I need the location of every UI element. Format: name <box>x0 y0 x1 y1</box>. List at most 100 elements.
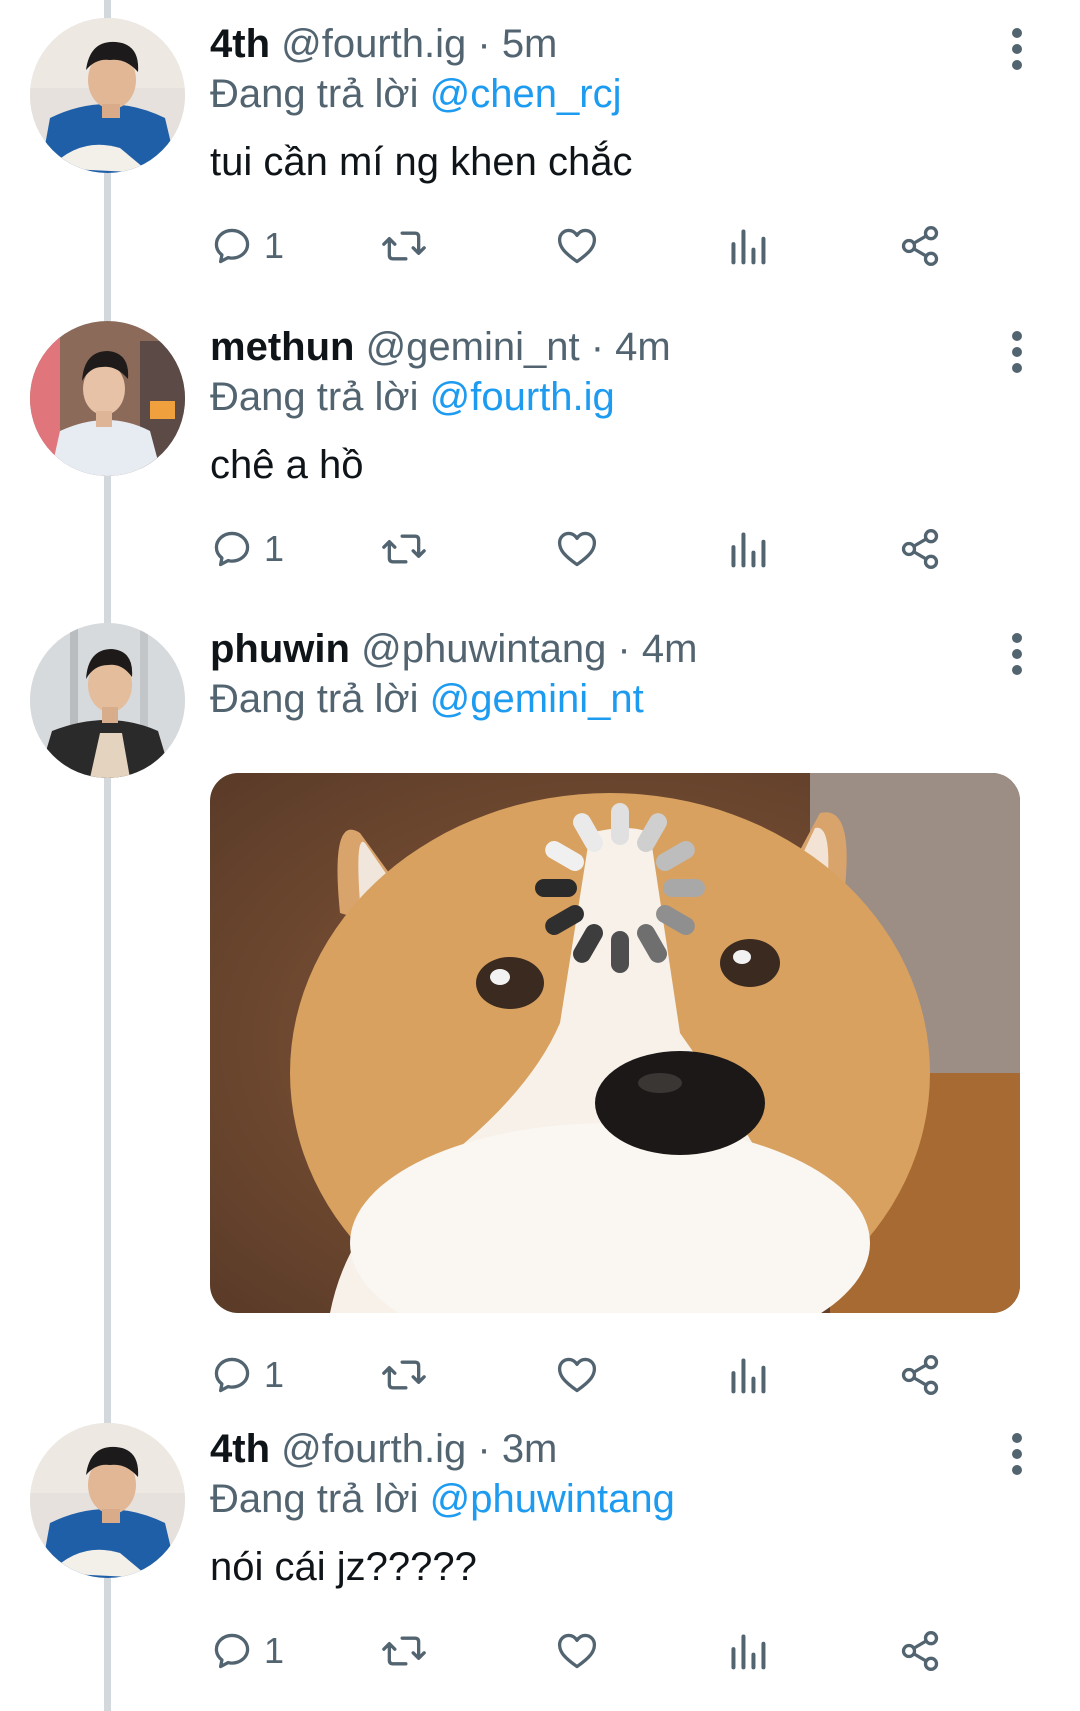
separator: · <box>606 627 642 671</box>
like-button[interactable] <box>555 216 599 276</box>
display-name[interactable]: 4th <box>210 1427 270 1471</box>
tweet-header: 4th @fourth.ig · 3m <box>210 1423 557 1475</box>
display-name[interactable]: phuwin <box>210 627 350 671</box>
tweet-text: tui cần mí ng khen chắc <box>210 140 633 184</box>
handle[interactable]: @gemini_nt <box>366 325 580 369</box>
retweet-button[interactable] <box>380 519 428 579</box>
like-button[interactable] <box>555 1345 599 1405</box>
replying-to: Đang trả lời @chen_rcj <box>210 68 621 120</box>
retweet-icon <box>382 1636 426 1666</box>
retweet-icon <box>382 1360 426 1390</box>
views-button[interactable] <box>728 519 768 579</box>
avatar-photo <box>30 18 185 173</box>
share-icon <box>901 529 939 569</box>
share-icon <box>901 1355 939 1395</box>
separator: · <box>466 1427 502 1471</box>
share-button[interactable] <box>898 216 942 276</box>
replying-prefix: Đang trả lời <box>210 677 430 721</box>
analytics-icon <box>731 229 766 265</box>
separator: · <box>579 325 616 369</box>
corgi-loading-meme <box>210 773 1020 1313</box>
replying-to: Đang trả lời @phuwintang <box>210 1473 675 1525</box>
heart-icon <box>557 531 597 567</box>
display-name[interactable]: 4th <box>210 22 270 66</box>
timestamp[interactable]: 4m <box>615 325 671 369</box>
action-bar: 1 <box>210 216 1030 276</box>
share-button[interactable] <box>898 1345 942 1405</box>
avatar-photo <box>30 1423 185 1578</box>
like-button[interactable] <box>555 1621 599 1681</box>
more-vertical-icon[interactable] <box>1000 1431 1034 1477</box>
analytics-icon <box>731 1634 766 1670</box>
share-button[interactable] <box>898 519 942 579</box>
reply-count: 1 <box>264 1354 285 1395</box>
handle[interactable]: @fourth.ig <box>281 22 466 66</box>
views-button[interactable] <box>728 216 768 276</box>
reply-button[interactable]: 1 <box>210 216 284 276</box>
heart-icon <box>557 1633 597 1669</box>
reply-icon <box>214 228 250 264</box>
replying-to: Đang trả lời @fourth.ig <box>210 371 615 423</box>
replying-to: Đang trả lời @gemini_nt <box>210 673 644 725</box>
tweet[interactable]: phuwin @phuwintang · 4m Đang trả lời @ge… <box>0 623 1080 1395</box>
tweet-header: 4th @fourth.ig · 5m <box>210 18 557 70</box>
retweet-button[interactable] <box>380 1345 428 1405</box>
avatar-photo <box>30 623 185 778</box>
like-button[interactable] <box>555 519 599 579</box>
replying-prefix: Đang trả lời <box>210 1477 430 1521</box>
retweet-icon <box>382 534 426 564</box>
tweet-text: chê a hồ <box>210 443 364 487</box>
replying-prefix: Đang trả lời <box>210 72 430 116</box>
avatar[interactable] <box>30 321 185 476</box>
action-bar: 1 <box>210 1621 1030 1681</box>
action-bar: 1 <box>210 519 1030 579</box>
tweet[interactable]: 4th @fourth.ig · 5m Đang trả lời @chen_r… <box>0 18 1080 288</box>
reply-count: 1 <box>264 528 285 569</box>
mention-link[interactable]: @chen_rcj <box>430 72 622 116</box>
more-vertical-icon[interactable] <box>1000 329 1034 375</box>
reply-count: 1 <box>264 1630 285 1671</box>
mention-link[interactable]: @phuwintang <box>430 1477 675 1521</box>
share-button[interactable] <box>898 1621 942 1681</box>
avatar[interactable] <box>30 18 185 173</box>
retweet-icon <box>382 231 426 261</box>
tweet-text: nói cái jz????? <box>210 1545 477 1589</box>
analytics-icon <box>731 532 766 568</box>
avatar-photo <box>30 321 185 476</box>
replying-prefix: Đang trả lời <box>210 375 430 419</box>
mention-link[interactable]: @fourth.ig <box>430 375 615 419</box>
action-bar: 1 <box>210 1345 1030 1405</box>
tweet-header: methun @gemini_nt · 4m <box>210 321 671 373</box>
tweet[interactable]: 4th @fourth.ig · 3m Đang trả lời @phuwin… <box>0 1423 1080 1703</box>
heart-icon <box>557 1357 597 1393</box>
views-button[interactable] <box>728 1345 768 1405</box>
reply-button[interactable]: 1 <box>210 1621 284 1681</box>
more-vertical-icon[interactable] <box>1000 26 1034 72</box>
mention-link[interactable]: @gemini_nt <box>430 677 644 721</box>
retweet-button[interactable] <box>380 1621 428 1681</box>
tweet-header: phuwin @phuwintang · 4m <box>210 623 697 675</box>
avatar[interactable] <box>30 1423 185 1578</box>
display-name[interactable]: methun <box>210 325 354 369</box>
tweet-media-image[interactable] <box>210 773 1020 1313</box>
analytics-icon <box>731 1358 766 1394</box>
reply-button[interactable]: 1 <box>210 519 284 579</box>
timestamp[interactable]: 4m <box>642 627 698 671</box>
retweet-button[interactable] <box>380 216 428 276</box>
timestamp[interactable]: 5m <box>502 22 558 66</box>
share-icon <box>901 226 939 266</box>
heart-icon <box>557 228 597 264</box>
share-icon <box>901 1631 939 1671</box>
reply-icon <box>214 1357 250 1393</box>
handle[interactable]: @fourth.ig <box>281 1427 466 1471</box>
handle[interactable]: @phuwintang <box>361 627 606 671</box>
separator: · <box>466 22 502 66</box>
avatar[interactable] <box>30 623 185 778</box>
tweet[interactable]: methun @gemini_nt · 4m Đang trả lời @fou… <box>0 321 1080 591</box>
timestamp[interactable]: 3m <box>502 1427 558 1471</box>
more-vertical-icon[interactable] <box>1000 631 1034 677</box>
views-button[interactable] <box>728 1621 768 1681</box>
reply-icon <box>214 531 250 567</box>
reply-button[interactable]: 1 <box>210 1345 284 1405</box>
reply-icon <box>214 1633 250 1669</box>
